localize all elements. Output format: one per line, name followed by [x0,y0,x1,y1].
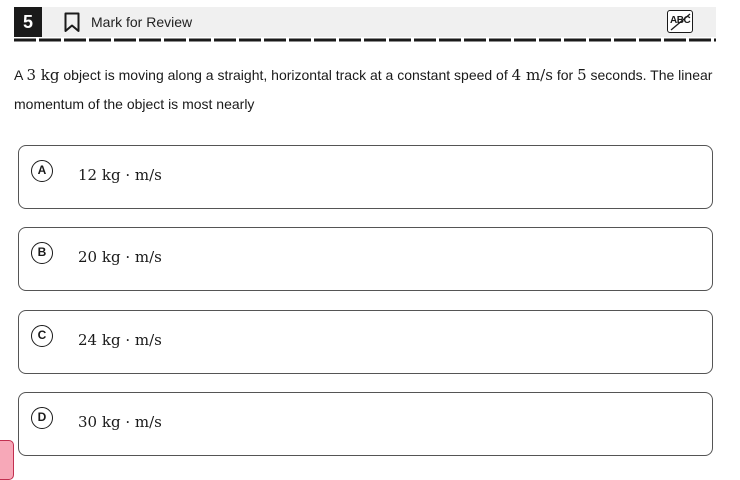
mass-value: 3 kg [26,66,60,84]
option-letter-c: C [31,325,53,347]
time-value: 5 [577,66,587,84]
option-value-a: 12 kg · m/s [78,166,162,184]
answer-option-d[interactable]: D 30 kg · m/s [18,392,713,456]
strikethrough-abc-button[interactable]: ABC [667,10,693,33]
header-divider [14,38,716,42]
question-header: 5 Mark for Review ABC [14,7,716,37]
option-letter-a: A [31,160,53,182]
option-value-b: 20 kg · m/s [78,248,162,266]
option-value-c: 24 kg · m/s [78,331,162,349]
option-letter-b: B [31,242,53,264]
strikethrough-abc-icon [670,13,691,31]
bookmark-icon[interactable] [64,12,80,33]
answer-option-a[interactable]: A 12 kg · m/s [18,145,713,209]
option-letter-d: D [31,407,53,429]
answer-option-c[interactable]: C 24 kg · m/s [18,310,713,374]
mark-for-review-label[interactable]: Mark for Review [91,14,192,30]
speed-value: 4 m/s [511,66,553,84]
question-text: A 3 kg object is moving along a straight… [14,66,713,112]
corner-tab[interactable] [0,440,14,480]
answer-option-b[interactable]: B 20 kg · m/s [18,227,713,291]
option-value-d: 30 kg · m/s [78,413,162,431]
question-number: 5 [14,7,42,37]
